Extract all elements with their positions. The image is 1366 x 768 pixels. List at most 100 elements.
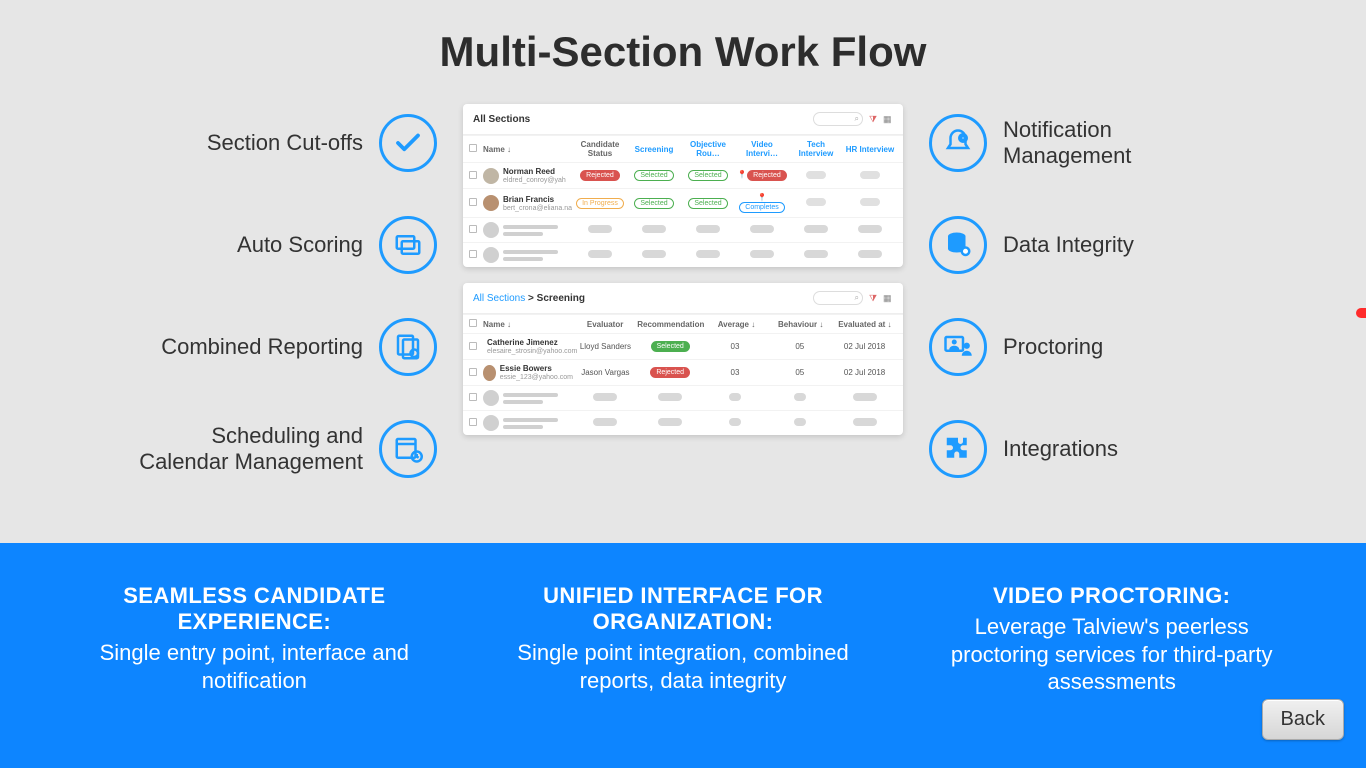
date: 02 Jul 2018: [832, 342, 897, 351]
candidate-email: elesaire_strosin@yahoo.com: [487, 348, 577, 355]
feature-reporting: Combined Reporting: [133, 318, 437, 376]
panel-actions: ⧩ ▦: [869, 114, 893, 124]
candidate-email: essie_123@yahoo.com: [500, 374, 573, 381]
feature-label: Scheduling and Calendar Management: [133, 423, 363, 475]
documents-icon: [379, 318, 437, 376]
evaluator: Jason Vargas: [573, 368, 638, 377]
monitor-person-icon: [929, 318, 987, 376]
col-hr: HR Interview: [843, 145, 897, 154]
stage-pill: Selected: [634, 198, 673, 209]
stage-pill: [860, 198, 880, 206]
check-icon: [379, 114, 437, 172]
checkbox: [469, 368, 477, 376]
checkbox: [469, 198, 477, 206]
stage-pill: Completes: [739, 202, 784, 213]
footer: SEAMLESS CANDIDATE EXPERIENCE: Single en…: [0, 543, 1366, 768]
calendar-icon: [379, 420, 437, 478]
checkbox: [469, 225, 477, 233]
avatar-placeholder: [483, 247, 499, 263]
avg: 03: [703, 342, 768, 351]
page-title: Multi-Section Work Flow: [0, 0, 1366, 76]
table-row-placeholder: [463, 410, 903, 435]
footer-text: Single point integration, combined repor…: [509, 639, 858, 694]
breadcrumb-current: Screening: [537, 293, 585, 304]
stage-pill: Selected: [634, 170, 673, 181]
search-input: ⌕: [813, 291, 863, 305]
screenshot-panels: All Sections ⌕ ⧩ ▦ Name ↓ Candidate Stat…: [463, 104, 903, 478]
avatar: [483, 365, 496, 381]
checkbox: [469, 171, 477, 179]
breadcrumb: All Sections: [473, 114, 813, 125]
checkbox: [469, 319, 477, 327]
puzzle-icon: [929, 420, 987, 478]
feature-proctoring: Proctoring: [929, 318, 1233, 376]
filter-icon: ⧩: [869, 293, 879, 303]
stage-pill: Rejected: [747, 170, 787, 181]
stage-pill: Selected: [688, 170, 727, 181]
feature-label: Section Cut-offs: [207, 130, 363, 156]
table-row-placeholder: [463, 217, 903, 242]
checkbox: [469, 250, 477, 258]
candidate-name: Norman Reed: [503, 167, 566, 176]
candidate-name: Essie Bowers: [500, 364, 573, 373]
search-input: ⌕: [813, 112, 863, 126]
col-objective: Objective Rou…: [681, 140, 735, 158]
feature-scoring: Auto Scoring: [133, 216, 437, 274]
feature-label: Auto Scoring: [237, 232, 363, 258]
grid-icon: ▦: [883, 114, 893, 124]
feature-integrity: Data Integrity: [929, 216, 1233, 274]
features-right: Notification Management Data Integrity P…: [929, 104, 1233, 478]
footer-heading: VIDEO PROCTORING:: [937, 583, 1286, 609]
feature-label: Data Integrity: [1003, 232, 1134, 258]
pin-icon: 📍: [757, 193, 767, 202]
grid-icon: ▦: [883, 293, 893, 303]
behaviour: 05: [767, 368, 832, 377]
status-pill: In Progress: [576, 198, 624, 209]
features-left: Section Cut-offs Auto Scoring Combined R…: [133, 104, 437, 478]
back-button[interactable]: Back: [1262, 699, 1344, 740]
col-screening: Screening: [627, 145, 681, 154]
filter-icon: ⧩: [869, 114, 879, 124]
avg: 03: [703, 368, 768, 377]
avatar-placeholder: [483, 390, 499, 406]
col-status: Candidate Status: [573, 140, 627, 158]
feature-notification: Notification Management: [929, 114, 1233, 172]
feature-label: Combined Reporting: [161, 334, 363, 360]
panel-header: All Sections > Screening ⌕ ⧩ ▦: [463, 283, 903, 314]
candidate-email: bert_crona@eliana.na: [503, 205, 572, 212]
checkbox: [469, 393, 477, 401]
footer-heading: SEAMLESS CANDIDATE EXPERIENCE:: [80, 583, 429, 635]
col-tech: Tech Interview: [789, 140, 843, 158]
stage-pill: [806, 171, 826, 179]
footer-col-candidate: SEAMLESS CANDIDATE EXPERIENCE: Single en…: [80, 583, 429, 768]
table-row-placeholder: [463, 385, 903, 410]
stage-pill: Selected: [688, 198, 727, 209]
panel-screening: All Sections > Screening ⌕ ⧩ ▦ Name ↓ Ev…: [463, 283, 903, 435]
feature-cutoffs: Section Cut-offs: [133, 114, 437, 172]
date: 02 Jul 2018: [832, 368, 897, 377]
pin-icon: 📍: [737, 170, 747, 179]
panel-all-sections: All Sections ⌕ ⧩ ▦ Name ↓ Candidate Stat…: [463, 104, 903, 267]
col-evaluator: Evaluator: [573, 320, 637, 329]
avatar-placeholder: [483, 222, 499, 238]
table-header: Name ↓ Evaluator Recommendation Average …: [463, 314, 903, 333]
panel-actions: ⧩ ▦: [869, 293, 893, 303]
col-behaviour: Behaviour ↓: [769, 320, 833, 329]
database-icon: [929, 216, 987, 274]
feature-integrations: Integrations: [929, 420, 1233, 478]
col-name: Name ↓: [483, 145, 573, 154]
panel-header: All Sections ⌕ ⧩ ▦: [463, 104, 903, 135]
checkbox: [469, 144, 477, 152]
bell-icon: [929, 114, 987, 172]
footer-heading: UNIFIED INTERFACE FOR ORGANIZATION:: [509, 583, 858, 635]
edge-indicator: [1356, 308, 1366, 318]
main-content: Section Cut-offs Auto Scoring Combined R…: [0, 76, 1366, 478]
breadcrumb-link: All Sections: [473, 293, 525, 304]
behaviour: 05: [767, 342, 832, 351]
table-header: Name ↓ Candidate Status Screening Object…: [463, 135, 903, 162]
breadcrumb: All Sections > Screening: [473, 293, 813, 304]
table-row-placeholder: [463, 242, 903, 267]
table-row: Norman Reedeldred_conroy@yah Rejected Se…: [463, 162, 903, 188]
checkbox: [469, 342, 477, 350]
col-video: Video Intervi…: [735, 140, 789, 158]
